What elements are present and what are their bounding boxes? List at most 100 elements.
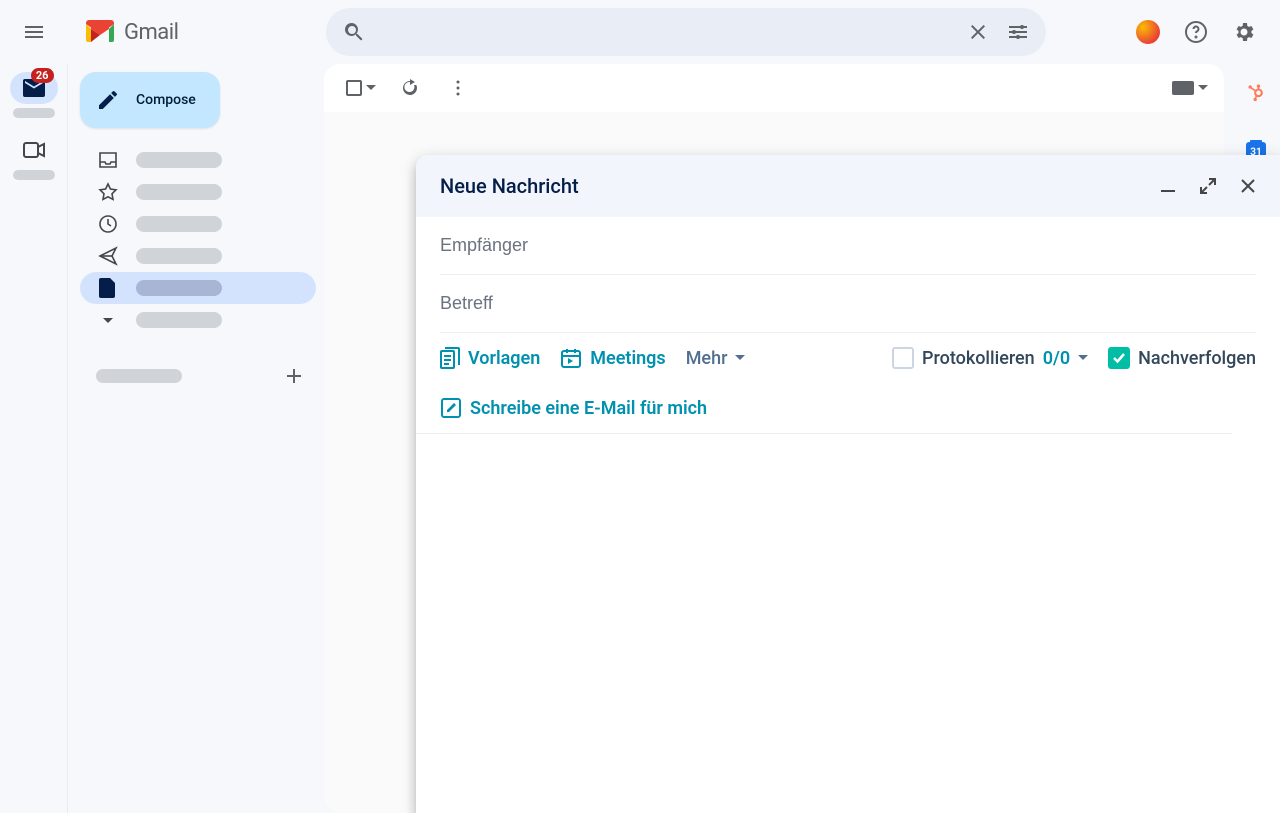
templates-icon xyxy=(440,347,460,369)
hubspot-meetings-button[interactable]: Meetings xyxy=(560,347,665,369)
labels-header xyxy=(68,360,324,392)
hubspot-track-label: Nachverfolgen xyxy=(1138,348,1256,369)
recipients-input[interactable] xyxy=(440,235,1256,256)
nav-more[interactable] xyxy=(80,304,316,336)
close-icon xyxy=(1239,177,1257,195)
help-icon xyxy=(1184,20,1208,44)
compose-close-button[interactable] xyxy=(1232,170,1264,202)
send-icon xyxy=(98,246,118,266)
search-options-button[interactable] xyxy=(998,12,1038,52)
search-clear-button[interactable] xyxy=(958,12,998,52)
hubspot-templates-label: Vorlagen xyxy=(468,348,540,369)
keyboard-icon xyxy=(1172,81,1194,95)
chevron-down-icon xyxy=(98,310,118,330)
left-rail: 26 xyxy=(0,64,68,813)
search-bar[interactable] xyxy=(326,8,1046,56)
file-icon xyxy=(99,278,117,298)
nav-snoozed[interactable] xyxy=(80,208,316,240)
minimize-icon xyxy=(1159,177,1177,195)
dropdown-caret-icon xyxy=(1198,83,1208,93)
search-input[interactable] xyxy=(374,23,958,41)
hubspot-meetings-label: Meetings xyxy=(590,348,665,369)
main-menu-button[interactable] xyxy=(10,8,58,56)
settings-button[interactable] xyxy=(1224,12,1264,52)
nav-drafts-label xyxy=(136,280,222,296)
nav-snoozed-label xyxy=(136,216,222,232)
dropdown-caret-icon xyxy=(366,83,376,93)
clock-icon xyxy=(98,214,118,234)
gear-icon xyxy=(1232,20,1256,44)
caret-down-icon xyxy=(1078,353,1088,363)
hubspot-log-toggle[interactable]: Protokollieren 0/0 xyxy=(892,347,1088,369)
rail-mail-label xyxy=(13,108,55,118)
gmail-logo[interactable]: Gmail xyxy=(84,20,178,45)
refresh-icon xyxy=(400,78,420,98)
mail-toolbar xyxy=(324,64,1224,112)
select-all-checkbox[interactable] xyxy=(340,74,382,102)
hubspot-log-label: Protokollieren xyxy=(922,348,1035,369)
refresh-button[interactable] xyxy=(390,68,430,108)
nav-starred[interactable] xyxy=(80,176,316,208)
compose-header[interactable]: Neue Nachricht xyxy=(416,155,1280,217)
support-button[interactable] xyxy=(1176,12,1216,52)
hubspot-write-for-me-button[interactable]: Schreibe eine E-Mail für mich xyxy=(440,397,1208,419)
hamburger-icon xyxy=(22,20,46,44)
labels-title xyxy=(96,369,182,383)
header-actions xyxy=(1128,12,1264,52)
video-icon xyxy=(23,142,45,158)
calendar-icon xyxy=(560,347,582,369)
compose-window: Neue Nachricht Vorlagen Meetings xyxy=(416,155,1280,813)
app-header: Gmail xyxy=(0,0,1280,64)
compose-title: Neue Nachricht xyxy=(440,174,579,198)
search-icon xyxy=(342,20,366,44)
more-actions-button[interactable] xyxy=(438,68,478,108)
nav-sent[interactable] xyxy=(80,240,316,272)
rail-mail[interactable]: 26 xyxy=(10,72,58,118)
nav-more-label xyxy=(136,312,222,328)
hubspot-track-toggle[interactable]: Nachverfolgen xyxy=(1108,347,1256,369)
nav-starred-label xyxy=(136,184,222,200)
compose-button[interactable]: Compose xyxy=(80,72,220,128)
subject-field-row[interactable] xyxy=(440,275,1256,333)
checkbox-checked-icon xyxy=(1108,347,1130,369)
compose-minimize-button[interactable] xyxy=(1152,170,1184,202)
recipients-field-row[interactable] xyxy=(440,217,1256,275)
nav-inbox-label xyxy=(136,152,222,168)
subject-input[interactable] xyxy=(440,293,1256,314)
close-icon xyxy=(966,20,990,44)
nav-inbox[interactable] xyxy=(80,144,316,176)
more-vert-icon xyxy=(448,78,468,98)
unread-badge: 26 xyxy=(31,68,54,83)
hubspot-icon xyxy=(1246,82,1266,102)
rail-meet-label xyxy=(13,170,55,180)
input-tools-button[interactable] xyxy=(1172,81,1208,95)
gmail-logo-text: Gmail xyxy=(124,20,178,45)
compose-fields xyxy=(416,217,1280,333)
caret-down-icon xyxy=(735,353,745,363)
account-status[interactable] xyxy=(1128,12,1168,52)
tune-icon xyxy=(1006,20,1030,44)
hubspot-templates-button[interactable]: Vorlagen xyxy=(440,347,540,369)
status-indicator-icon xyxy=(1136,20,1160,44)
nav-drafts[interactable] xyxy=(80,272,316,304)
compose-label: Compose xyxy=(136,92,196,108)
sidebar: Compose xyxy=(68,64,324,813)
edit-icon xyxy=(440,397,462,419)
plus-icon xyxy=(284,366,304,386)
expand-icon xyxy=(1199,177,1217,195)
search-button[interactable] xyxy=(334,12,374,52)
compose-fullscreen-button[interactable] xyxy=(1192,170,1224,202)
pencil-icon xyxy=(96,88,120,112)
hubspot-panel-button[interactable] xyxy=(1236,72,1276,112)
inbox-icon xyxy=(98,150,118,170)
nav-sent-label xyxy=(136,248,222,264)
hubspot-write-label: Schreibe eine E-Mail für mich xyxy=(470,398,707,419)
gmail-logo-icon xyxy=(84,20,116,44)
hubspot-toolbar: Vorlagen Meetings Mehr Protokollieren 0/… xyxy=(416,333,1280,444)
checkbox-unchecked-icon xyxy=(892,347,914,369)
hubspot-log-count: 0/0 xyxy=(1043,348,1070,369)
rail-meet[interactable] xyxy=(10,134,58,180)
star-icon xyxy=(98,182,118,202)
hubspot-more-button[interactable]: Mehr xyxy=(686,348,746,369)
add-label-button[interactable] xyxy=(284,366,304,386)
